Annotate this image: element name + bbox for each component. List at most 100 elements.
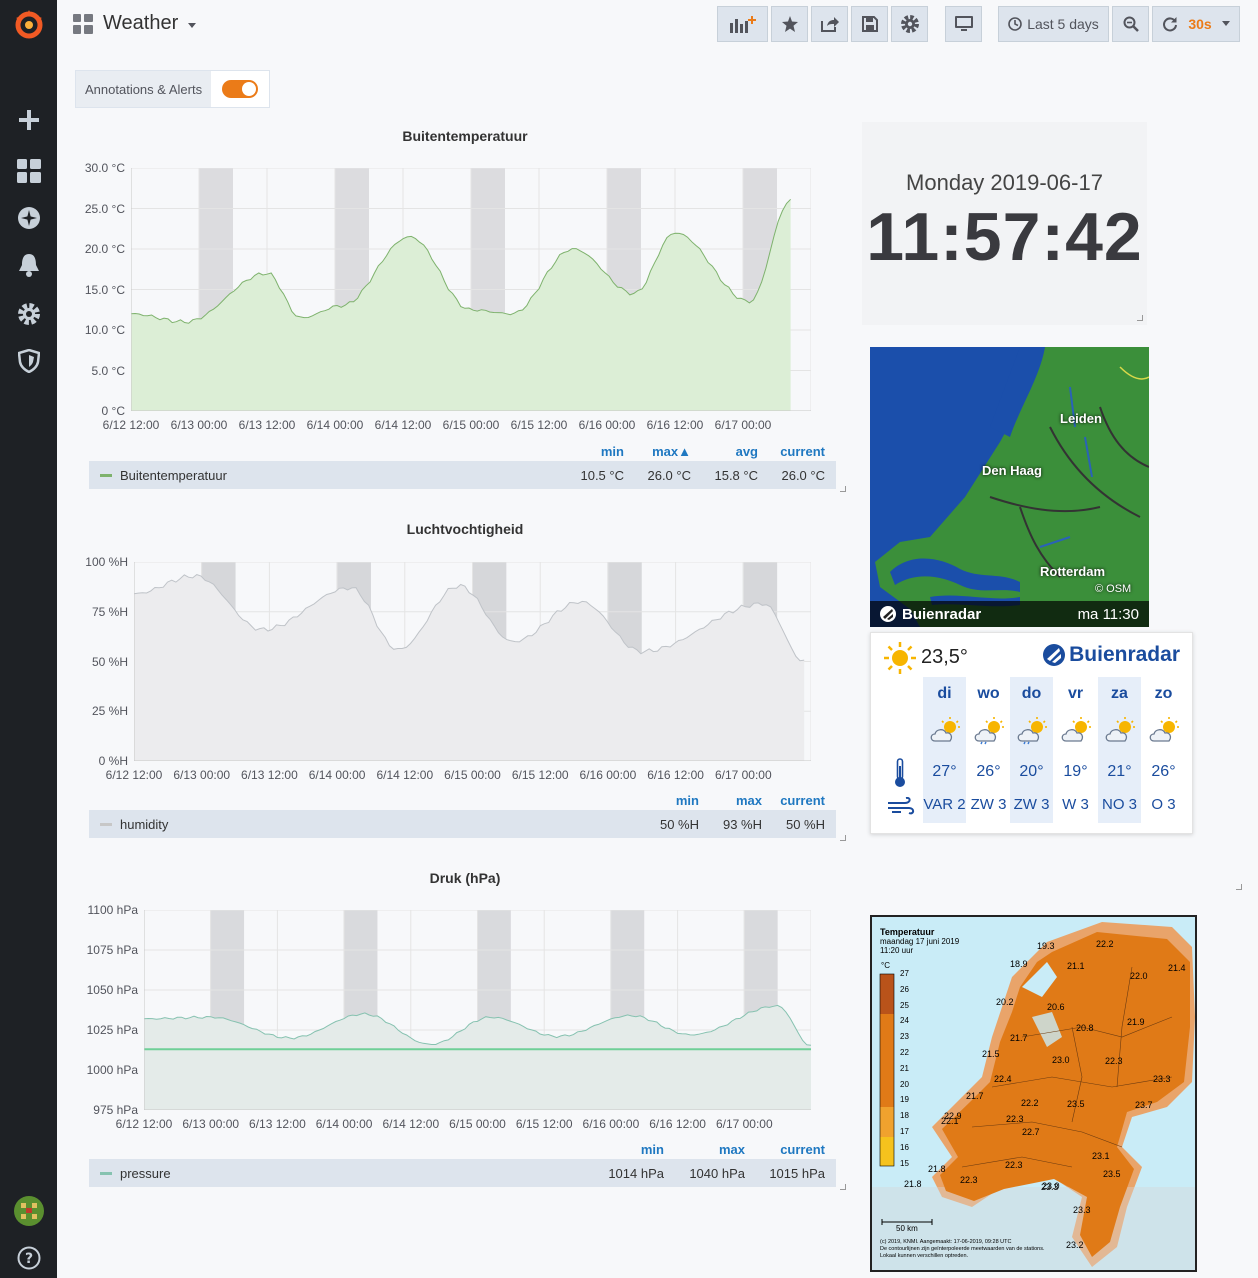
forecast-day-column[interactable]: wo 26° ZW 3 xyxy=(967,677,1010,823)
y-tick-label: 50 %H xyxy=(91,654,128,669)
panel-resize-handle[interactable] xyxy=(840,1184,846,1190)
legend-column-header[interactable]: max▲ xyxy=(621,444,691,459)
station-temperature: 22.0 xyxy=(1130,971,1148,981)
dashboard-picker[interactable]: Weather xyxy=(73,12,197,35)
series-color-swatch[interactable] xyxy=(100,822,112,826)
refresh-picker-button[interactable]: 30s xyxy=(1152,6,1240,42)
star-dashboard-button[interactable] xyxy=(771,6,808,42)
forecast-temperature: 20° xyxy=(1019,763,1044,780)
forecast-wind: ZW 3 xyxy=(970,796,1007,813)
forecast-brand-label: Buienradar xyxy=(1069,643,1180,666)
station-temperature: 23.7 xyxy=(1135,1100,1153,1110)
legend-series-name[interactable]: humidity xyxy=(120,817,168,832)
buienradar-map[interactable]: Leiden Den Haag Rotterdam © OSM Buienrad… xyxy=(870,347,1149,627)
netherlands-map-image xyxy=(872,917,1195,1270)
y-tick-label: 100 %H xyxy=(85,555,128,569)
radar-brand: Buienradar xyxy=(902,605,982,623)
temp-scale-label: 26 xyxy=(900,984,909,994)
panel-title[interactable]: Druk (hPa) xyxy=(80,870,850,886)
forecast-wind: W 3 xyxy=(1062,796,1089,813)
server-admin-shield-icon[interactable] xyxy=(0,343,57,379)
forecast-day-column[interactable]: do 20° ZW 3 xyxy=(1010,677,1053,823)
panel-resize-handle[interactable] xyxy=(840,486,846,492)
legend-column-header[interactable]: current xyxy=(755,1142,825,1157)
series-color-swatch[interactable] xyxy=(100,1171,112,1175)
explore-icon[interactable] xyxy=(0,200,57,236)
radar-time: ma 11:30 xyxy=(1077,605,1139,623)
legend-series-name[interactable]: pressure xyxy=(120,1166,171,1181)
station-temperature: 21.8 xyxy=(904,1179,922,1189)
create-icon[interactable] xyxy=(0,102,57,138)
legend-value: 1040 hPa xyxy=(689,1166,745,1181)
annotations-label: Annotations & Alerts xyxy=(76,71,212,107)
humidity-graph[interactable] xyxy=(134,562,811,761)
panel-title[interactable]: Luchtvochtigheid xyxy=(80,521,850,537)
partly-cloudy-icon xyxy=(974,717,1004,745)
clock-icon xyxy=(1008,17,1022,31)
alerting-bell-icon[interactable] xyxy=(0,247,57,283)
forecast-widget[interactable]: 23,5° Buienradar di 27° VAR 2 wo 26° ZW 3 do 20… xyxy=(870,632,1193,834)
configuration-gear-icon[interactable] xyxy=(0,296,57,332)
annotations-switch[interactable] xyxy=(211,71,269,107)
annotations-toggle[interactable]: Annotations & Alerts xyxy=(75,70,271,108)
panel-resize-handle[interactable] xyxy=(840,835,846,841)
time-picker-button[interactable]: Last 5 days xyxy=(998,6,1109,42)
wind-icon xyxy=(888,797,915,815)
osm-attribution: © OSM xyxy=(1095,583,1132,595)
series-color-swatch[interactable] xyxy=(100,473,112,477)
x-tick-label: 6/13 00:00 xyxy=(182,1117,240,1131)
panel-resize-handle[interactable] xyxy=(1236,884,1242,890)
clock-date: Monday 2019-06-17 xyxy=(906,170,1103,195)
add-panel-icon xyxy=(729,16,756,33)
forecast-day-name: za xyxy=(1111,685,1128,702)
forecast-day-column[interactable]: za 21° NO 3 xyxy=(1098,677,1141,823)
zoom-out-button[interactable] xyxy=(1112,6,1149,42)
x-tick-label: 6/15 00:00 xyxy=(442,418,500,432)
current-temperature: 23,5° xyxy=(921,646,968,668)
x-tick-label: 6/16 12:00 xyxy=(647,768,704,782)
forecast-wind: NO 3 xyxy=(1101,796,1137,813)
panel-title[interactable]: Buitentemperatuur xyxy=(80,128,850,144)
legend-value: 50 %H xyxy=(785,817,825,832)
user-avatar[interactable] xyxy=(0,1193,57,1229)
legend-column-header[interactable]: min xyxy=(554,444,624,459)
legend-column-header[interactable]: min xyxy=(629,793,699,808)
save-dashboard-button[interactable] xyxy=(851,6,888,42)
temp-map-footer-line: (c) 2019, KNMI. Aangemaakt: 17-06-2019, … xyxy=(880,1239,1012,1245)
forecast-day-column[interactable]: di 27° VAR 2 xyxy=(923,677,966,823)
legend-column-header[interactable]: min xyxy=(594,1142,664,1157)
view-mode-button[interactable] xyxy=(945,6,982,42)
city-label-leiden: Leiden xyxy=(1060,411,1102,426)
knmi-temperature-map[interactable]: Temperatuur maandag 17 juni 2019 11:20 uu… xyxy=(870,915,1197,1272)
legend-column-header[interactable]: current xyxy=(755,444,825,459)
pressure-graph[interactable] xyxy=(144,910,811,1110)
temp-scale-label: 27 xyxy=(900,969,909,978)
legend-series-name[interactable]: Buitentemperatuur xyxy=(120,468,227,483)
legend-column-header[interactable]: current xyxy=(755,793,825,808)
y-tick-label: 1075 hPa xyxy=(86,943,138,957)
svg-text:?: ? xyxy=(24,1251,32,1267)
forecast-day-column[interactable]: vr 19° W 3 xyxy=(1054,677,1097,823)
forecast-day-name: do xyxy=(1021,685,1042,702)
legend-column-header[interactable]: max xyxy=(675,1142,745,1157)
station-temperature: 22.7 xyxy=(1022,1127,1040,1137)
forecast-day-column[interactable]: zo 26° O 3 xyxy=(1142,677,1185,823)
help-icon[interactable]: ? xyxy=(0,1240,57,1276)
temp-map-footer-line: De contourlijnen zijn geïnterpoleerde me… xyxy=(880,1246,1045,1252)
dashboards-icon[interactable] xyxy=(0,153,57,189)
thermometer-icon xyxy=(895,758,905,787)
station-temperature: 22.4 xyxy=(994,1074,1012,1084)
x-tick-label: 6/13 00:00 xyxy=(173,768,231,782)
station-temperature: 19.3 xyxy=(1037,941,1055,951)
panel-resize-handle[interactable] xyxy=(1137,315,1143,321)
temperature-graph[interactable] xyxy=(131,168,811,411)
switch-knob xyxy=(222,80,259,98)
add-panel-button[interactable] xyxy=(717,6,768,42)
grafana-logo-icon[interactable] xyxy=(0,6,57,42)
buienradar-brand: Buienradar xyxy=(1043,643,1180,667)
legend-column-header[interactable]: max xyxy=(692,793,762,808)
share-dashboard-button[interactable] xyxy=(811,6,848,42)
temp-scale-label: 19 xyxy=(900,1095,909,1105)
dashboard-settings-button[interactable] xyxy=(891,6,928,42)
legend-column-header[interactable]: avg xyxy=(688,444,758,459)
